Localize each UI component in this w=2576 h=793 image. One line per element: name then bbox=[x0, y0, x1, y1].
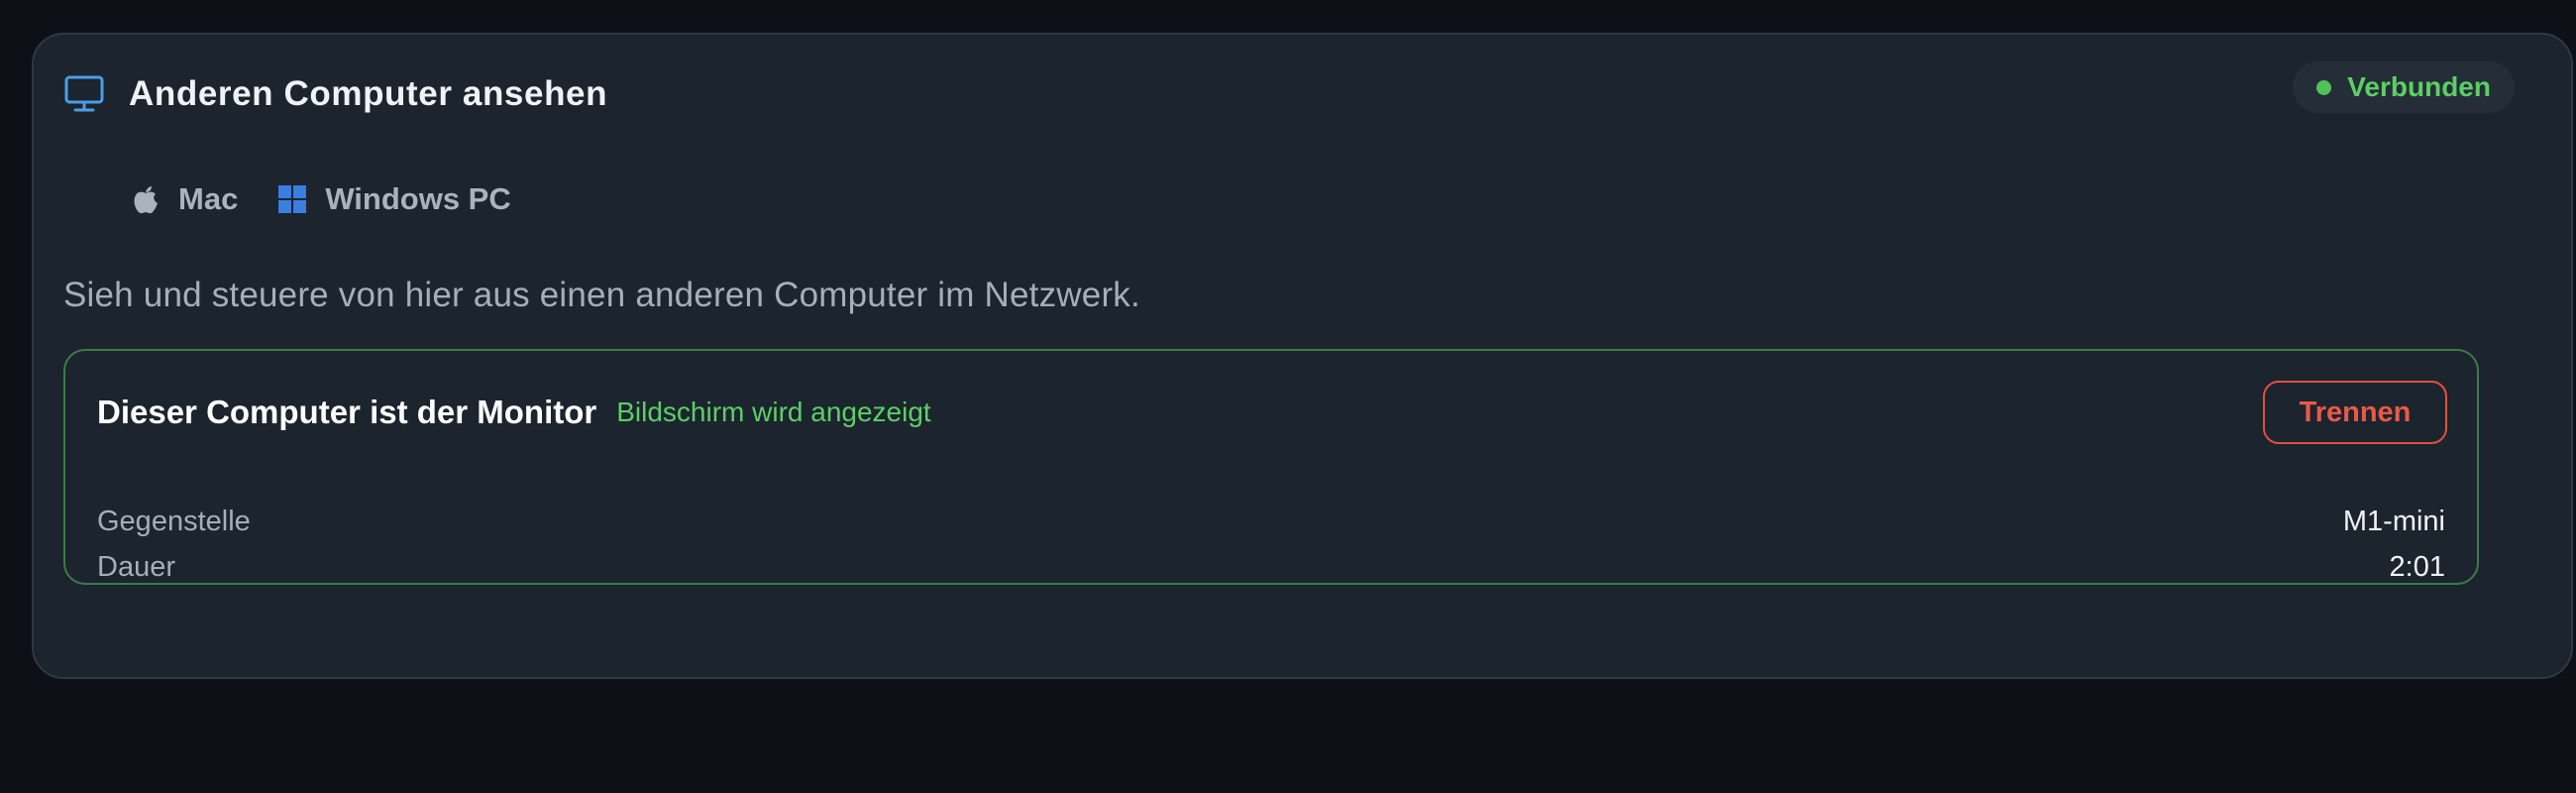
platform-label: Mac bbox=[178, 181, 239, 216]
info-label: Dauer bbox=[97, 550, 175, 583]
disconnect-button[interactable]: Trennen bbox=[2263, 381, 2447, 444]
session-title: Dieser Computer ist der Monitor bbox=[97, 394, 597, 430]
info-value: 2:01 bbox=[2389, 550, 2445, 583]
platform-windows: Windows PC bbox=[277, 181, 511, 217]
windows-icon bbox=[277, 184, 307, 214]
info-value: M1-mini bbox=[2342, 505, 2445, 537]
description-text: Sieh und steuere von hier aus einen ande… bbox=[63, 276, 1140, 314]
card-header: Anderen Computer ansehen bbox=[63, 65, 607, 123]
session-status-text: Bildschirm wird angezeigt bbox=[616, 396, 931, 427]
platform-mac: Mac bbox=[131, 181, 238, 217]
status-label: Verbunden bbox=[2347, 71, 2491, 102]
platform-list: Mac Windows PC bbox=[131, 174, 551, 224]
page-title: Anderen Computer ansehen bbox=[129, 74, 608, 113]
info-label: Gegenstelle bbox=[97, 505, 251, 537]
info-row-duration: Dauer 2:01 bbox=[97, 547, 2445, 587]
apple-icon bbox=[131, 184, 161, 214]
status-badge: Verbunden bbox=[2293, 61, 2515, 113]
status-dot-icon bbox=[2316, 79, 2332, 95]
platform-label: Windows PC bbox=[325, 181, 511, 216]
monitor-icon bbox=[63, 73, 105, 115]
active-session-panel: Dieser Computer ist der Monitor Bildschi… bbox=[63, 349, 2479, 585]
info-row-peer: Gegenstelle M1-mini bbox=[97, 502, 2445, 541]
session-header: Dieser Computer ist der Monitor Bildschi… bbox=[97, 381, 931, 444]
